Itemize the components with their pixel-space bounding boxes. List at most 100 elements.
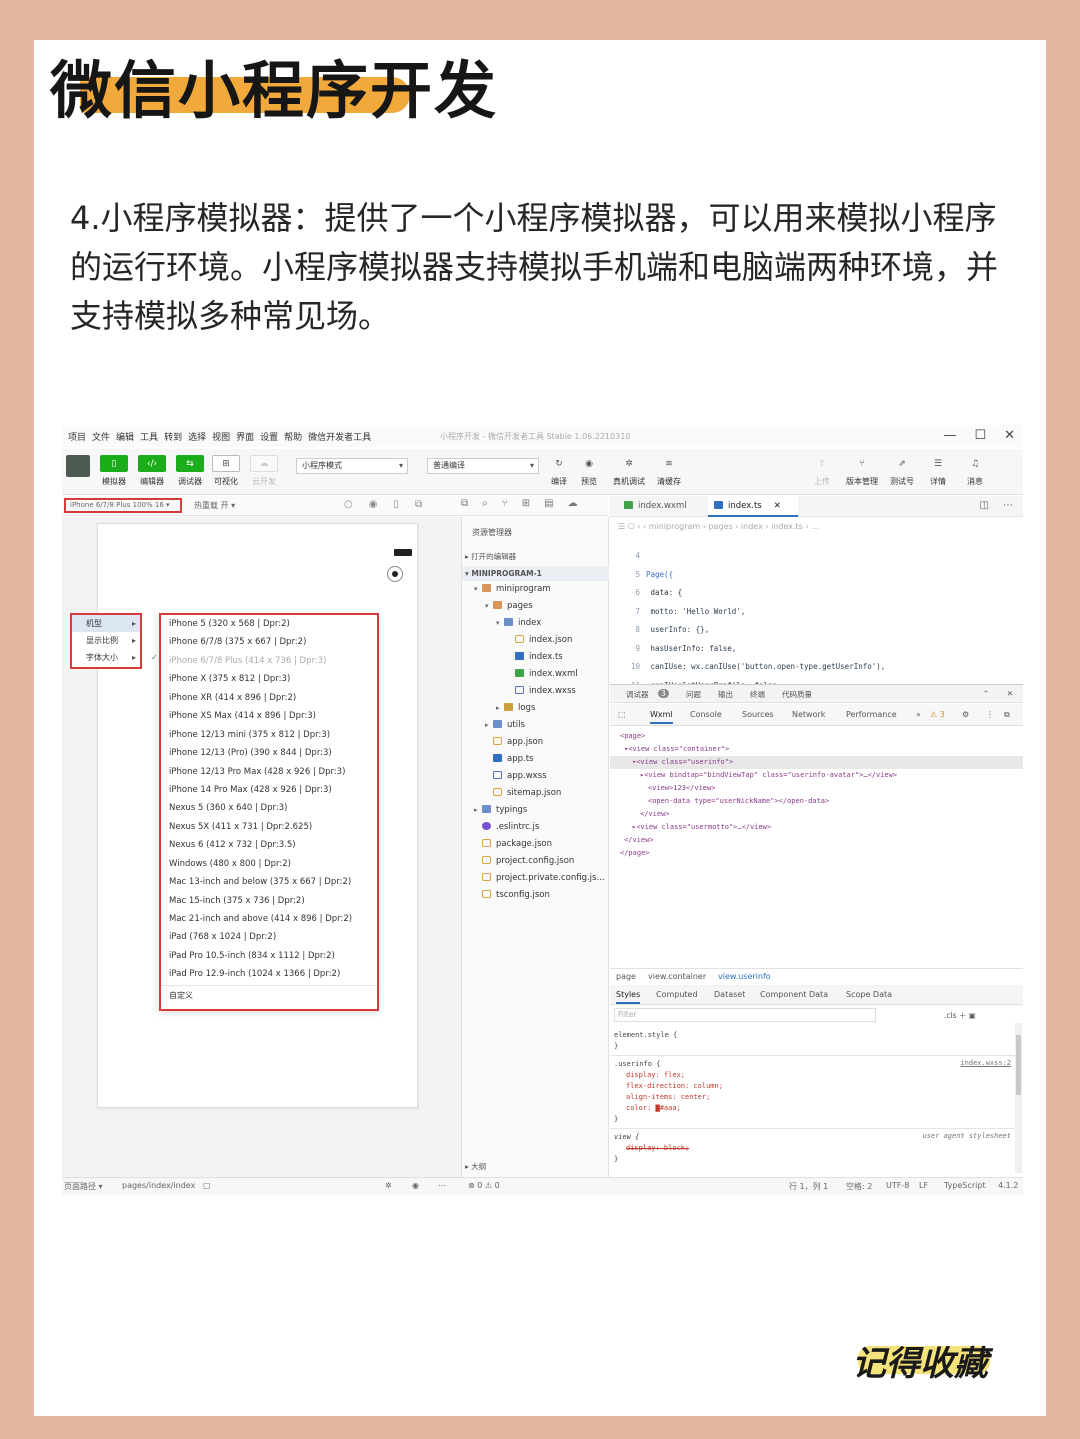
- device-option[interactable]: Mac 21-inch and above (414 x 896 | Dpr:2…: [161, 910, 377, 928]
- record-icon[interactable]: ◉: [369, 499, 378, 510]
- code-line[interactable]: 10 canIUse: wx.canIUse('button.open-type…: [610, 658, 885, 677]
- problems-count[interactable]: ⊗ 0 ⚠ 0: [468, 1181, 500, 1190]
- close-panel-icon[interactable]: ✕: [1007, 689, 1013, 698]
- device-option[interactable]: iPhone XS Max (414 x 896 | Dpr:3): [161, 707, 377, 725]
- dom-node[interactable]: ▾<view class="container">: [610, 743, 1023, 756]
- line-ending[interactable]: LF: [919, 1181, 928, 1190]
- preview-button[interactable]: ◉ 预览: [574, 449, 604, 487]
- devtools-tab[interactable]: »: [916, 710, 921, 719]
- devtools-top-tab[interactable]: 调试器: [626, 689, 649, 700]
- tree-item[interactable]: app.wxss: [485, 768, 547, 784]
- style-tab[interactable]: Component Data: [760, 990, 828, 999]
- menu-item[interactable]: 视图: [212, 430, 230, 443]
- dom-node[interactable]: ▾<view class="userinfo">: [610, 756, 1023, 769]
- maximize-icon[interactable]: ☐: [974, 428, 986, 443]
- device-option[interactable]: Nexus 6 (412 x 732 | Dpr:3.5): [161, 836, 377, 854]
- css-property[interactable]: flex-direction: column;: [626, 1081, 723, 1092]
- css-line[interactable]: .userinfo {: [614, 1059, 660, 1070]
- dom-node[interactable]: ▸<view bindtap="bindViewTap" class="user…: [610, 769, 1023, 782]
- compile-select[interactable]: 普通编译: [427, 458, 539, 474]
- menu-item[interactable]: 项目: [68, 430, 86, 443]
- custom-device-option[interactable]: 自定义: [161, 984, 377, 1003]
- css-line[interactable]: element.style {: [614, 1030, 677, 1041]
- circle-icon[interactable]: ○: [344, 499, 353, 510]
- tree-item[interactable]: ▾ index: [496, 615, 541, 631]
- encoding[interactable]: UTF-8: [886, 1181, 909, 1190]
- messages-button[interactable]: ♫ 消息: [960, 449, 990, 487]
- devtools-top-tab[interactable]: 输出: [718, 689, 733, 700]
- menu-item[interactable]: 文件: [92, 430, 110, 443]
- css-property[interactable]: color: ▇#aaa;: [626, 1103, 681, 1114]
- dom-node[interactable]: <page>: [610, 730, 1023, 743]
- menu-item[interactable]: 设置: [260, 430, 278, 443]
- devtools-tab[interactable]: Wxml: [650, 710, 673, 724]
- ts-version[interactable]: 4.1.2: [998, 1181, 1018, 1190]
- version-button[interactable]: ⑂ 版本管理: [841, 449, 883, 487]
- devtools-tab[interactable]: Sources: [742, 710, 774, 719]
- css-property[interactable]: display: flex;: [626, 1070, 685, 1081]
- minimize-icon[interactable]: —: [943, 428, 956, 443]
- device-option[interactable]: iPhone 14 Pro Max (428 x 926 | Dpr:3): [161, 781, 377, 799]
- styles-scrollbar[interactable]: [1015, 1023, 1022, 1173]
- tree-item[interactable]: index.wxml: [507, 666, 578, 682]
- visual-button[interactable]: ⊞ 可视化: [208, 449, 244, 487]
- more-icon[interactable]: ⋮: [986, 710, 994, 719]
- device-option[interactable]: iPhone 5 (320 x 568 | Dpr:2): [161, 615, 377, 633]
- device-option[interactable]: iPhone 6/7/8 (375 x 667 | Dpr:2): [161, 633, 377, 651]
- css-line[interactable]: }: [614, 1154, 618, 1165]
- branch-icon[interactable]: ⑂: [502, 498, 508, 509]
- tree-item[interactable]: project.config.json: [474, 853, 574, 869]
- tree-item[interactable]: .eslintrc.js: [474, 819, 539, 835]
- device-option[interactable]: iPhone 12/13 mini (375 x 812 | Dpr:3): [161, 726, 377, 744]
- dom-node[interactable]: </view>: [610, 808, 1023, 821]
- source-link[interactable]: index.wxss:2: [960, 1059, 1011, 1067]
- device-option[interactable]: iPhone 12/13 (Pro) (390 x 844 | Dpr:3): [161, 744, 377, 762]
- device-option[interactable]: Windows (480 x 800 | Dpr:2): [161, 855, 377, 873]
- close-tab-icon[interactable]: ✕: [774, 501, 781, 511]
- css-property[interactable]: align-items: center;: [626, 1092, 710, 1103]
- filter-input[interactable]: Filter: [614, 1008, 876, 1022]
- style-tab[interactable]: Dataset: [714, 990, 745, 999]
- devtools-top-tab[interactable]: 代码质量: [782, 689, 812, 700]
- editor-button[interactable]: ‹/› 编辑器: [134, 449, 170, 487]
- css-line[interactable]: }: [614, 1041, 618, 1052]
- device-option[interactable]: Nexus 5X (411 x 731 | Dpr:2.625): [161, 818, 377, 836]
- layout-icon[interactable]: ▤: [544, 498, 553, 509]
- code-line[interactable]: 7 motto: 'Hello World',: [610, 603, 745, 622]
- tree-item[interactable]: app.json: [485, 734, 543, 750]
- avatar[interactable]: [66, 455, 90, 477]
- devtools-top-tab[interactable]: 3: [658, 689, 669, 698]
- breadcrumb-node[interactable]: page: [616, 969, 636, 985]
- device-option[interactable]: iPhone 6/7/8 Plus (414 x 736 | Dpr:3): [161, 652, 377, 670]
- css-line[interactable]: view {: [614, 1132, 639, 1143]
- search-icon[interactable]: ⌕: [482, 498, 488, 509]
- cls-toggle[interactable]: .cls ＋ ▣: [944, 1010, 976, 1021]
- more-icon[interactable]: ⋯: [438, 1181, 446, 1190]
- breadcrumb-node[interactable]: view.userinfo: [718, 969, 771, 985]
- tree-item[interactable]: ▸ utils: [485, 717, 525, 733]
- cloud-icon[interactable]: ☁: [568, 498, 578, 509]
- outline-section[interactable]: ▸ 大纲: [462, 1159, 609, 1174]
- tab-index-wxml[interactable]: index.wxml: [618, 496, 702, 517]
- code-line[interactable]: 5 Page({: [610, 566, 673, 585]
- device-option[interactable]: iPhone XR (414 x 896 | Dpr:2): [161, 689, 377, 707]
- tree-item[interactable]: ▸ logs: [496, 700, 535, 716]
- upload-button[interactable]: ⇧ 上传: [807, 449, 837, 487]
- device-select[interactable]: iPhone 6/7/8 Plus 100% 16 ▾: [64, 498, 182, 513]
- menu-item[interactable]: 选择: [188, 430, 206, 443]
- breadcrumb-node[interactable]: view.container: [648, 969, 706, 985]
- real-debug-button[interactable]: ✲ 真机调试: [609, 449, 649, 487]
- menu-item[interactable]: 编辑: [116, 430, 134, 443]
- context-menu-item[interactable]: 字体大小: [72, 649, 140, 666]
- tree-item[interactable]: index.wxss: [507, 683, 576, 699]
- close-icon[interactable]: ✕: [1004, 428, 1015, 443]
- tree-item[interactable]: ▾ miniprogram: [474, 581, 551, 597]
- hot-reload-toggle[interactable]: 热重载 开 ▾: [194, 500, 235, 511]
- language-mode[interactable]: TypeScript: [944, 1181, 986, 1190]
- devtools-top-tab[interactable]: 终端: [750, 689, 765, 700]
- device-option[interactable]: iPad (768 x 1024 | Dpr:2): [161, 928, 377, 946]
- nav-back-icon[interactable]: ☰ ⎔ ‹ ›: [618, 522, 649, 531]
- more-icon[interactable]: ⋯: [1003, 500, 1013, 511]
- dock-icon[interactable]: ⧉: [1004, 710, 1010, 720]
- tree-item[interactable]: ▾ pages: [485, 598, 533, 614]
